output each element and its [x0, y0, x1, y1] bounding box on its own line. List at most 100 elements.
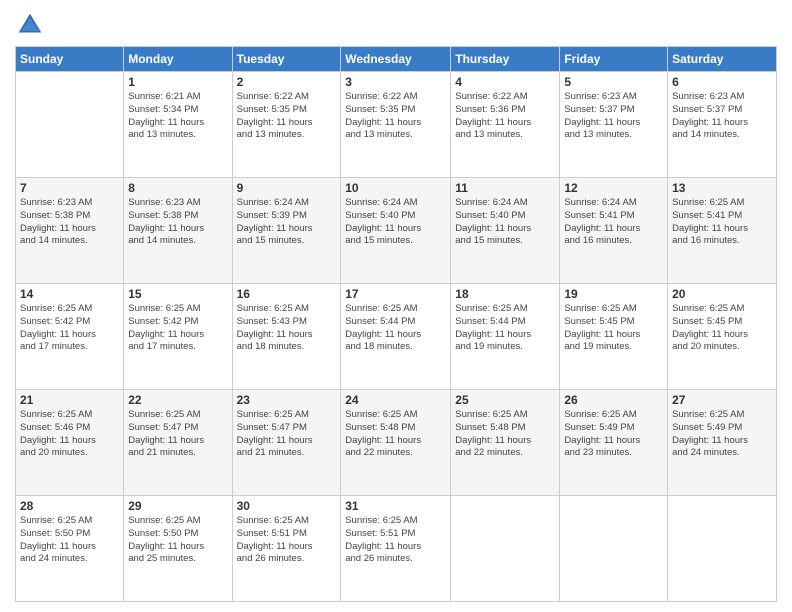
day-info: Sunrise: 6:25 AMSunset: 5:47 PMDaylight:… [237, 409, 337, 460]
day-info: Sunrise: 6:22 AMSunset: 5:35 PMDaylight:… [345, 91, 446, 142]
calendar-cell: 18 Sunrise: 6:25 AMSunset: 5:44 PMDayligh… [451, 284, 560, 390]
day-number: 11 [455, 181, 555, 195]
calendar-cell: 2Sunrise: 6:22 AMSunset: 5:35 PMDaylight… [232, 72, 341, 178]
day-info: Sunrise: 6:25 AMSunset: 5:48 PMDaylight:… [455, 409, 555, 460]
day-number: 26 [564, 393, 663, 407]
day-info: Sunrise: 6:22 AMSunset: 5:35 PMDaylight:… [237, 91, 337, 142]
calendar-cell: 19Sunrise: 6:25 AMSunset: 5:45 PMDayligh… [560, 284, 668, 390]
calendar-cell: 5Sunrise: 6:23 AMSunset: 5:37 PMDaylight… [560, 72, 668, 178]
day-number: 24 [345, 393, 446, 407]
day-info: Sunrise: 6:25 AMSunset: 5:50 PMDaylight:… [20, 515, 119, 566]
day-header-tuesday: Tuesday [232, 47, 341, 72]
day-info: Sunrise: 6:25 AMSunset: 5:50 PMDaylight:… [128, 515, 227, 566]
day-info: Sunrise: 6:23 AMSunset: 5:38 PMDaylight:… [20, 197, 119, 248]
calendar-cell: 4 Sunrise: 6:22 AMSunset: 5:36 PMDaylight… [451, 72, 560, 178]
calendar-cell: 14 Sunrise: 6:25 AMSunset: 5:42 PMDayligh… [16, 284, 124, 390]
day-info: Sunrise: 6:25 AMSunset: 5:44 PMDaylight:… [345, 303, 446, 354]
calendar-cell: 11Sunrise: 6:24 AMSunset: 5:40 PMDayligh… [451, 178, 560, 284]
calendar-cell [451, 496, 560, 602]
day-info: Sunrise: 6:25 AMSunset: 5:45 PMDaylight:… [672, 303, 772, 354]
day-info: Sunrise: 6:23 AMSunset: 5:37 PMDaylight:… [564, 91, 663, 142]
calendar-cell: 27 Sunrise: 6:25 AMSunset: 5:49 PMDayligh… [668, 390, 777, 496]
day-number: 28 [20, 499, 119, 513]
calendar-cell: 10 Sunrise: 6:24 AMSunset: 5:40 PMDayligh… [341, 178, 451, 284]
day-info: Sunrise: 6:24 AMSunset: 5:40 PMDaylight:… [345, 197, 446, 248]
day-number: 23 [237, 393, 337, 407]
calendar-cell [668, 496, 777, 602]
day-number: 17 [345, 287, 446, 301]
calendar-cell: 16 Sunrise: 6:25 AMSunset: 5:43 PMDayligh… [232, 284, 341, 390]
calendar-body: 1 Sunrise: 6:21 AMSunset: 5:34 PMDaylight… [16, 72, 777, 602]
header [15, 10, 777, 40]
day-info: Sunrise: 6:25 AMSunset: 5:42 PMDaylight:… [20, 303, 119, 354]
week-row-4: 21 Sunrise: 6:25 AMSunset: 5:46 PMDayligh… [16, 390, 777, 496]
calendar-cell: 21 Sunrise: 6:25 AMSunset: 5:46 PMDayligh… [16, 390, 124, 496]
day-number: 20 [672, 287, 772, 301]
calendar-cell: 28 Sunrise: 6:25 AMSunset: 5:50 PMDayligh… [16, 496, 124, 602]
calendar-cell: 9 Sunrise: 6:24 AMSunset: 5:39 PMDaylight… [232, 178, 341, 284]
calendar-cell: 8Sunrise: 6:23 AMSunset: 5:38 PMDaylight… [124, 178, 232, 284]
logo [15, 10, 49, 40]
calendar-cell: 12Sunrise: 6:24 AMSunset: 5:41 PMDayligh… [560, 178, 668, 284]
day-number: 10 [345, 181, 446, 195]
day-info: Sunrise: 6:25 AMSunset: 5:41 PMDaylight:… [672, 197, 772, 248]
day-number: 22 [128, 393, 227, 407]
calendar-cell: 13 Sunrise: 6:25 AMSunset: 5:41 PMDayligh… [668, 178, 777, 284]
week-row-3: 14 Sunrise: 6:25 AMSunset: 5:42 PMDayligh… [16, 284, 777, 390]
week-row-1: 1 Sunrise: 6:21 AMSunset: 5:34 PMDaylight… [16, 72, 777, 178]
day-info: Sunrise: 6:25 AMSunset: 5:51 PMDaylight:… [237, 515, 337, 566]
day-info: Sunrise: 6:25 AMSunset: 5:51 PMDaylight:… [345, 515, 446, 566]
day-number: 21 [20, 393, 119, 407]
calendar-header: SundayMondayTuesdayWednesdayThursdayFrid… [16, 47, 777, 72]
header-row: SundayMondayTuesdayWednesdayThursdayFrid… [16, 47, 777, 72]
day-info: Sunrise: 6:25 AMSunset: 5:46 PMDaylight:… [20, 409, 119, 460]
day-number: 9 [237, 181, 337, 195]
day-number: 31 [345, 499, 446, 513]
calendar-cell: 31 Sunrise: 6:25 AMSunset: 5:51 PMDayligh… [341, 496, 451, 602]
day-info: Sunrise: 6:25 AMSunset: 5:48 PMDaylight:… [345, 409, 446, 460]
calendar-cell: 20 Sunrise: 6:25 AMSunset: 5:45 PMDayligh… [668, 284, 777, 390]
calendar-cell [16, 72, 124, 178]
calendar-cell: 30Sunrise: 6:25 AMSunset: 5:51 PMDayligh… [232, 496, 341, 602]
day-number: 14 [20, 287, 119, 301]
day-header-monday: Monday [124, 47, 232, 72]
calendar-cell: 25 Sunrise: 6:25 AMSunset: 5:48 PMDayligh… [451, 390, 560, 496]
day-info: Sunrise: 6:23 AMSunset: 5:37 PMDaylight:… [672, 91, 772, 142]
logo-icon [15, 10, 45, 40]
calendar-cell: 17 Sunrise: 6:25 AMSunset: 5:44 PMDayligh… [341, 284, 451, 390]
day-number: 6 [672, 75, 772, 89]
calendar-cell: 7Sunrise: 6:23 AMSunset: 5:38 PMDaylight… [16, 178, 124, 284]
calendar-cell: 15 Sunrise: 6:25 AMSunset: 5:42 PMDayligh… [124, 284, 232, 390]
day-header-thursday: Thursday [451, 47, 560, 72]
day-info: Sunrise: 6:24 AMSunset: 5:39 PMDaylight:… [237, 197, 337, 248]
day-number: 4 [455, 75, 555, 89]
day-header-sunday: Sunday [16, 47, 124, 72]
day-number: 15 [128, 287, 227, 301]
day-info: Sunrise: 6:25 AMSunset: 5:49 PMDaylight:… [564, 409, 663, 460]
day-number: 12 [564, 181, 663, 195]
calendar-cell [560, 496, 668, 602]
week-row-5: 28 Sunrise: 6:25 AMSunset: 5:50 PMDayligh… [16, 496, 777, 602]
day-number: 3 [345, 75, 446, 89]
day-number: 25 [455, 393, 555, 407]
day-number: 27 [672, 393, 772, 407]
week-row-2: 7Sunrise: 6:23 AMSunset: 5:38 PMDaylight… [16, 178, 777, 284]
day-info: Sunrise: 6:25 AMSunset: 5:44 PMDaylight:… [455, 303, 555, 354]
day-info: Sunrise: 6:22 AMSunset: 5:36 PMDaylight:… [455, 91, 555, 142]
day-number: 29 [128, 499, 227, 513]
day-info: Sunrise: 6:25 AMSunset: 5:43 PMDaylight:… [237, 303, 337, 354]
day-info: Sunrise: 6:25 AMSunset: 5:45 PMDaylight:… [564, 303, 663, 354]
calendar-cell: 22Sunrise: 6:25 AMSunset: 5:47 PMDayligh… [124, 390, 232, 496]
calendar-cell: 29 Sunrise: 6:25 AMSunset: 5:50 PMDayligh… [124, 496, 232, 602]
day-number: 13 [672, 181, 772, 195]
day-header-friday: Friday [560, 47, 668, 72]
day-number: 1 [128, 75, 227, 89]
day-info: Sunrise: 6:21 AMSunset: 5:34 PMDaylight:… [128, 91, 227, 142]
day-number: 16 [237, 287, 337, 301]
day-info: Sunrise: 6:25 AMSunset: 5:42 PMDaylight:… [128, 303, 227, 354]
day-number: 8 [128, 181, 227, 195]
calendar-cell: 3 Sunrise: 6:22 AMSunset: 5:35 PMDaylight… [341, 72, 451, 178]
calendar-cell: 26 Sunrise: 6:25 AMSunset: 5:49 PMDayligh… [560, 390, 668, 496]
day-info: Sunrise: 6:25 AMSunset: 5:49 PMDaylight:… [672, 409, 772, 460]
day-number: 18 [455, 287, 555, 301]
